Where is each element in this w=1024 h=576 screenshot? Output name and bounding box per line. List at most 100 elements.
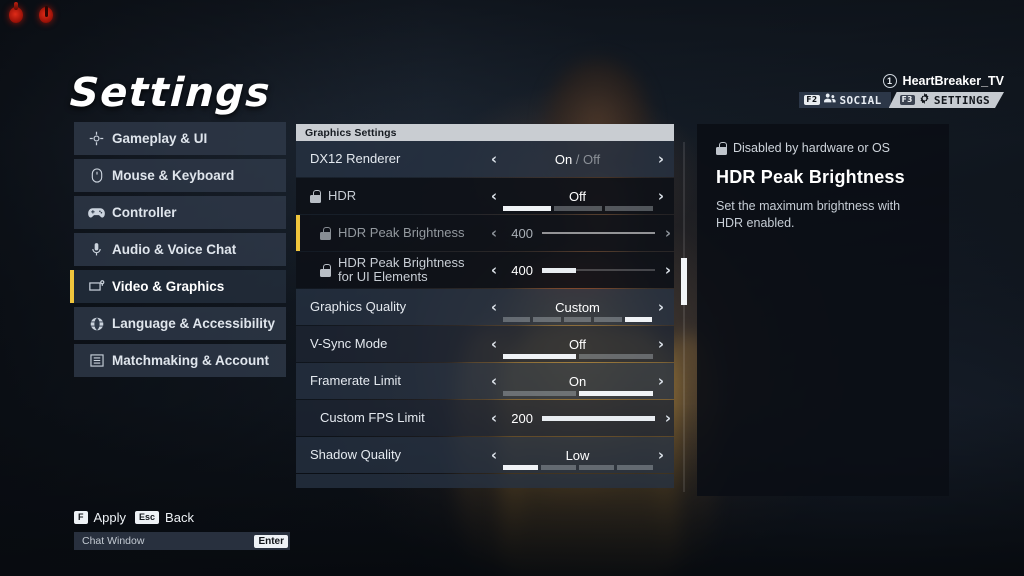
settings-scrollbar-thumb[interactable] [681,258,687,305]
segment-0 [502,317,531,322]
sidebar-item-video-graphics[interactable]: Video & Graphics [70,270,286,303]
slider-track[interactable] [542,415,655,421]
sidebar-item-label: Gameplay & UI [112,131,208,146]
setting-label-text: HDR Peak Brightness [338,225,465,240]
hardware-disabled-text: Disabled by hardware or OS [733,141,891,155]
setting-row[interactable]: Framerate Limit ‹ On › [296,363,674,399]
hotkey-bar: F2 SOCIAL F3 SETTINGS [799,92,1004,108]
slider-track[interactable] [542,267,655,273]
chat-window-bar[interactable]: Chat Window Enter [74,532,290,550]
setting-row[interactable]: HDR Peak Brightness for UI Elements ‹ 400 › [296,252,674,288]
decrease-arrow-icon[interactable]: ‹ [481,298,507,316]
slider-control[interactable]: 400 [507,263,655,278]
user-area: 1 HeartBreaker_TV F2 SOCIAL F3 SETTINGS [799,74,1004,108]
setting-label-text: HDR Peak Brightness for UI Elements [338,255,465,284]
segment-2 [563,317,592,322]
setting-control: Off [502,178,653,214]
game-logo-left-icon [6,2,26,26]
setting-label: Graphics Quality [296,300,481,314]
segment-1 [533,317,561,322]
setting-row[interactable]: DX12 Renderer ‹ On / Off › [296,141,674,177]
setting-row[interactable]: V-Sync Mode ‹ Off › [296,326,674,362]
setting-row-partial[interactable] [296,474,674,488]
setting-row[interactable]: HDR Peak Brightness ‹ 400 › [296,215,674,251]
setting-label-text: HDR [328,188,357,203]
increase-arrow-icon[interactable]: › [648,372,674,390]
hardware-disabled-note: Disabled by hardware or OS [716,141,930,155]
setting-label: DX12 Renderer [296,152,481,166]
setting-control: Custom [502,289,653,325]
hotkey-label: SETTINGS [933,93,990,107]
monitor-icon [88,279,105,294]
setting-label-text: Shadow Quality [310,447,402,462]
sidebar-item-language-accessibility[interactable]: Language & Accessibility [74,307,286,340]
segment-indicator [502,354,653,359]
decrease-arrow-icon[interactable]: ‹ [481,224,507,242]
sidebar-item-label: Matchmaking & Account [112,353,270,368]
setting-label: HDR Peak Brightness for UI Elements [296,256,481,284]
lock-icon [320,226,331,240]
decrease-arrow-icon[interactable]: ‹ [481,372,507,390]
increase-arrow-icon[interactable]: › [655,261,674,279]
toggle-separator: / [572,151,584,167]
settings-panel-header: Graphics Settings [296,124,674,141]
hotkey-settings[interactable]: F3 SETTINGS [889,92,1004,108]
setting-control: 400 [507,215,655,251]
sidebar-item-matchmaking-account[interactable]: Matchmaking & Account [74,344,286,377]
increase-arrow-icon[interactable]: › [648,298,674,316]
slider-control[interactable]: 200 [507,411,655,426]
sidebar-item-audio-voice-chat[interactable]: Audio & Voice Chat [74,233,286,266]
info-description: Set the maximum brightness with HDR enab… [716,199,901,230]
info-title: HDR Peak Brightness [716,167,905,187]
segment-indicator [502,391,653,396]
sidebar-item-label: Video & Graphics [112,279,225,294]
footer-action-label: Back [165,510,194,525]
decrease-arrow-icon[interactable]: ‹ [481,409,507,427]
sidebar-item-controller[interactable]: Controller [74,196,286,229]
increase-arrow-icon[interactable]: › [648,150,674,168]
setting-row[interactable]: Graphics Quality ‹ Custom › [296,289,674,325]
setting-row[interactable]: Custom FPS Limit ‹ 200 › [296,400,674,436]
footer-action-apply[interactable]: F Apply [74,510,126,525]
decrease-arrow-icon[interactable]: ‹ [481,261,507,279]
setting-label-text: DX12 Renderer [310,151,401,166]
decrease-arrow-icon[interactable]: ‹ [481,335,507,353]
increase-arrow-icon[interactable]: › [655,224,674,242]
segment-0 [502,354,576,359]
setting-label: HDR Peak Brightness [296,226,481,240]
hotkey-keycap: F3 [901,95,913,104]
setting-control: On / Off [507,141,648,177]
setting-label-text: Framerate Limit [310,373,402,388]
increase-arrow-icon[interactable]: › [648,187,674,205]
gamepad-icon [88,205,105,220]
setting-control: 400 [507,252,655,288]
user-name-row: 1 HeartBreaker_TV [799,74,1004,88]
setting-row[interactable]: HDR ‹ Off › [296,178,674,214]
slider-track[interactable] [542,232,655,234]
footer-action-back[interactable]: Esc Back [135,510,194,525]
globe-icon [88,316,105,331]
footer-keys: F Apply Esc Back [74,510,290,525]
setting-label: V-Sync Mode [296,337,481,351]
gear-icon [919,93,930,107]
lock-icon [310,189,321,203]
decrease-arrow-icon[interactable]: ‹ [481,187,507,205]
segment-2 [579,465,615,470]
increase-arrow-icon[interactable]: › [648,335,674,353]
game-logo-right-icon [36,2,56,26]
setting-label: Custom FPS Limit [296,411,481,425]
settings-scrollbar-track[interactable] [683,142,685,492]
decrease-arrow-icon[interactable]: ‹ [481,150,507,168]
slider-control[interactable]: 400 [507,226,655,241]
sidebar-item-gameplay-ui[interactable]: Gameplay & UI [74,122,286,155]
logo-group [6,2,56,26]
decrease-arrow-icon[interactable]: ‹ [481,446,507,464]
increase-arrow-icon[interactable]: › [648,446,674,464]
sidebar-item-mouse-keyboard[interactable]: Mouse & Keyboard [74,159,286,192]
setting-control: Off [502,326,653,362]
setting-row[interactable]: Shadow Quality ‹ Low › [296,437,674,473]
increase-arrow-icon[interactable]: › [655,409,674,427]
microphone-icon [88,242,105,257]
hotkey-social[interactable]: F2 SOCIAL [799,92,891,108]
setting-value: Custom [555,299,600,315]
